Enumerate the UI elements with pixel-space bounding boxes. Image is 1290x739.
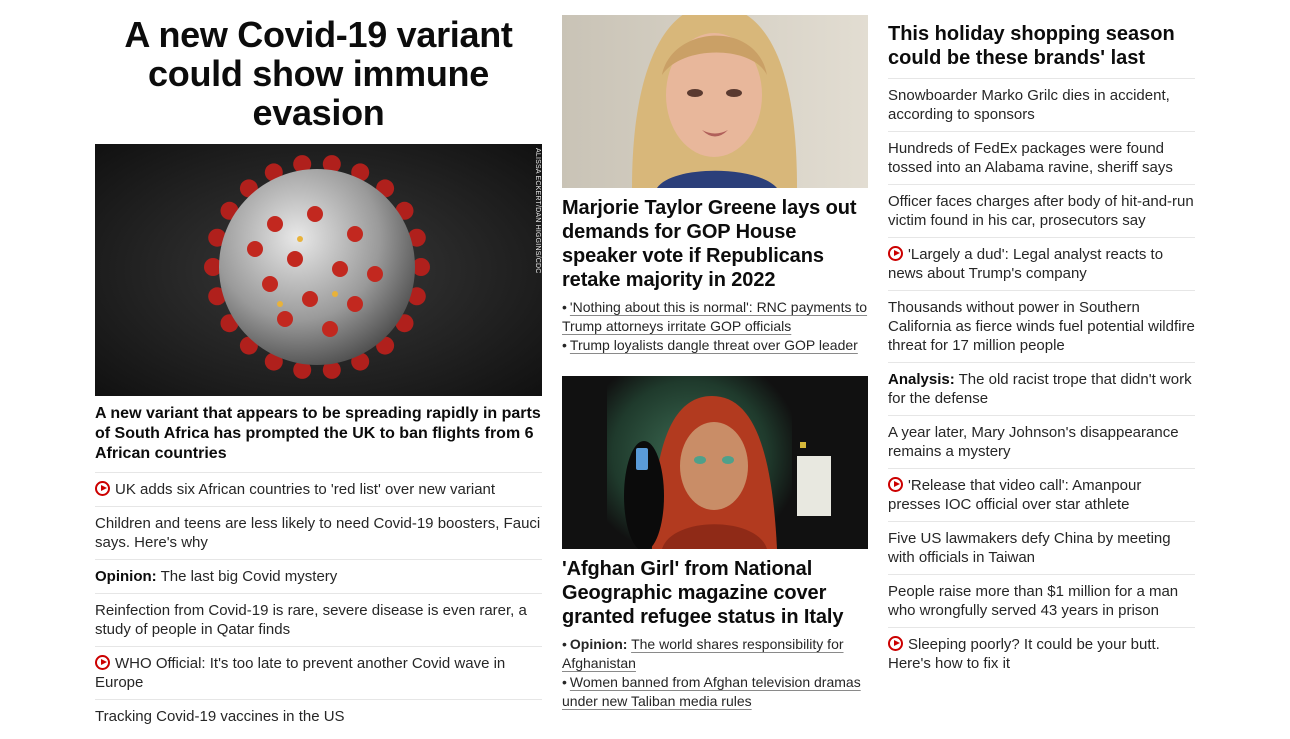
afghan-girl-headline[interactable]: 'Afghan Girl' from National Geographic m…	[562, 557, 868, 629]
item-text: A year later, Mary Johnson's disappearan…	[888, 424, 1179, 460]
covid-story-list: UK adds six African countries to 'red li…	[95, 473, 542, 733]
headlines-column: This holiday shopping season could be th…	[888, 0, 1195, 680]
lead-caption[interactable]: A new variant that appears to be spreadi…	[95, 404, 542, 473]
video-play-icon	[888, 636, 903, 651]
related-link: • Women banned from Afghan television dra…	[562, 674, 861, 709]
list-item[interactable]: UK adds six African countries to 'red li…	[95, 473, 542, 507]
protein-dot	[277, 301, 283, 307]
portrait-photo	[562, 15, 868, 188]
item-text: 'Release that video call': Amanpour pres…	[888, 477, 1142, 513]
item-text: Officer faces charges after body of hit-…	[888, 193, 1194, 229]
related-link: • Opinion: The world shares responsibilit…	[562, 636, 844, 671]
item-text: Reinfection from Covid-19 is rare, sever…	[95, 602, 527, 638]
coronavirus-image[interactable]: ALISSA ECKERT/DAN HIGGINS/CDC	[95, 144, 542, 396]
list-item[interactable]: 'Largely a dud': Legal analyst reacts to…	[888, 238, 1195, 291]
image-credit: ALISSA ECKERT/DAN HIGGINS/CDC	[534, 148, 541, 274]
lead-story-column: A new Covid-19 variant could show immune…	[95, 0, 542, 733]
greene-related-links: • 'Nothing about this is normal': RNC pay…	[562, 298, 868, 355]
list-item[interactable]: A year later, Mary Johnson's disappearan…	[888, 416, 1195, 469]
spike-protein	[277, 311, 293, 327]
related-link: • 'Nothing about this is normal': RNC pay…	[562, 299, 868, 334]
greene-photo[interactable]	[562, 15, 868, 188]
list-item[interactable]: WHO Official: It's too late to prevent a…	[95, 647, 542, 700]
spike-protein	[367, 266, 383, 282]
spike-protein	[347, 226, 363, 242]
spike-protein	[247, 241, 263, 257]
related-link-prefix: Opinion:	[569, 636, 628, 652]
spike-protein	[262, 276, 278, 292]
list-item[interactable]: Tracking Covid-19 vaccines in the US	[95, 700, 542, 733]
protein-dot	[297, 236, 303, 242]
video-play-icon	[95, 655, 110, 670]
list-item[interactable]: Reinfection from Covid-19 is rare, sever…	[95, 594, 542, 647]
item-text: WHO Official: It's too late to prevent a…	[95, 655, 506, 691]
related-link: • Trump loyalists dangle threat over GOP …	[562, 337, 858, 353]
side-headline[interactable]: This holiday shopping season could be th…	[888, 22, 1195, 79]
afghan-related-links: • Opinion: The world shares responsibilit…	[562, 635, 868, 711]
item-text: Thousands without power in Southern Cali…	[888, 299, 1195, 354]
list-item[interactable]: Thousands without power in Southern Cali…	[888, 291, 1195, 363]
item-text: Snowboarder Marko Grilc dies in accident…	[888, 87, 1170, 123]
item-prefix: Opinion:	[95, 568, 157, 585]
spike-protein	[302, 291, 318, 307]
item-text: Hundreds of FedEx packages were found to…	[888, 140, 1173, 176]
list-item[interactable]: People raise more than $1 million for a …	[888, 575, 1195, 628]
spike-protein	[307, 206, 323, 222]
related-link-text[interactable]: Women banned from Afghan television dram…	[562, 674, 861, 709]
spike-protein	[332, 261, 348, 277]
video-play-icon	[888, 477, 903, 492]
item-text: 'Largely a dud': Legal analyst reacts to…	[888, 246, 1164, 282]
item-text: UK adds six African countries to 'red li…	[115, 481, 496, 498]
list-item[interactable]: Children and teens are less likely to ne…	[95, 507, 542, 560]
coronavirus-illustration	[95, 144, 542, 396]
list-item[interactable]: Analysis: The old racist trope that didn…	[888, 363, 1195, 416]
item-text: The last big Covid mystery	[160, 568, 338, 585]
spike-protein	[347, 296, 363, 312]
related-link-text[interactable]: Trump loyalists dangle threat over GOP l…	[570, 337, 858, 353]
afghan-girl-photo[interactable]	[562, 376, 868, 549]
spike-protein	[322, 321, 338, 337]
list-item[interactable]: Hundreds of FedEx packages were found to…	[888, 132, 1195, 185]
secondary-story-column: Marjorie Taylor Greene lays out demands …	[562, 0, 868, 711]
list-item[interactable]: Opinion: The last big Covid mystery	[95, 560, 542, 594]
item-text: Sleeping poorly? It could be your butt. …	[888, 636, 1160, 672]
video-play-icon	[888, 246, 903, 261]
spike-protein	[287, 251, 303, 267]
video-play-icon	[95, 481, 110, 496]
item-text: Five US lawmakers defy China by meeting …	[888, 530, 1171, 566]
list-item[interactable]: Officer faces charges after body of hit-…	[888, 185, 1195, 238]
item-text: People raise more than $1 million for a …	[888, 583, 1179, 619]
headline-list: Snowboarder Marko Grilc dies in accident…	[888, 79, 1195, 680]
list-item[interactable]: Sleeping poorly? It could be your butt. …	[888, 628, 1195, 680]
greene-headline[interactable]: Marjorie Taylor Greene lays out demands …	[562, 196, 868, 292]
protein-dot	[332, 291, 338, 297]
spike-protein	[267, 216, 283, 232]
lead-headline[interactable]: A new Covid-19 variant could show immune…	[95, 15, 542, 132]
item-text: Tracking Covid-19 vaccines in the US	[95, 708, 345, 725]
item-prefix: Analysis:	[888, 371, 955, 388]
exhibit-photo	[562, 376, 868, 549]
list-item[interactable]: Snowboarder Marko Grilc dies in accident…	[888, 79, 1195, 132]
related-link-text[interactable]: 'Nothing about this is normal': RNC paym…	[562, 299, 867, 334]
list-item[interactable]: Five US lawmakers defy China by meeting …	[888, 522, 1195, 575]
item-text: Children and teens are less likely to ne…	[95, 515, 541, 551]
list-item[interactable]: 'Release that video call': Amanpour pres…	[888, 469, 1195, 522]
